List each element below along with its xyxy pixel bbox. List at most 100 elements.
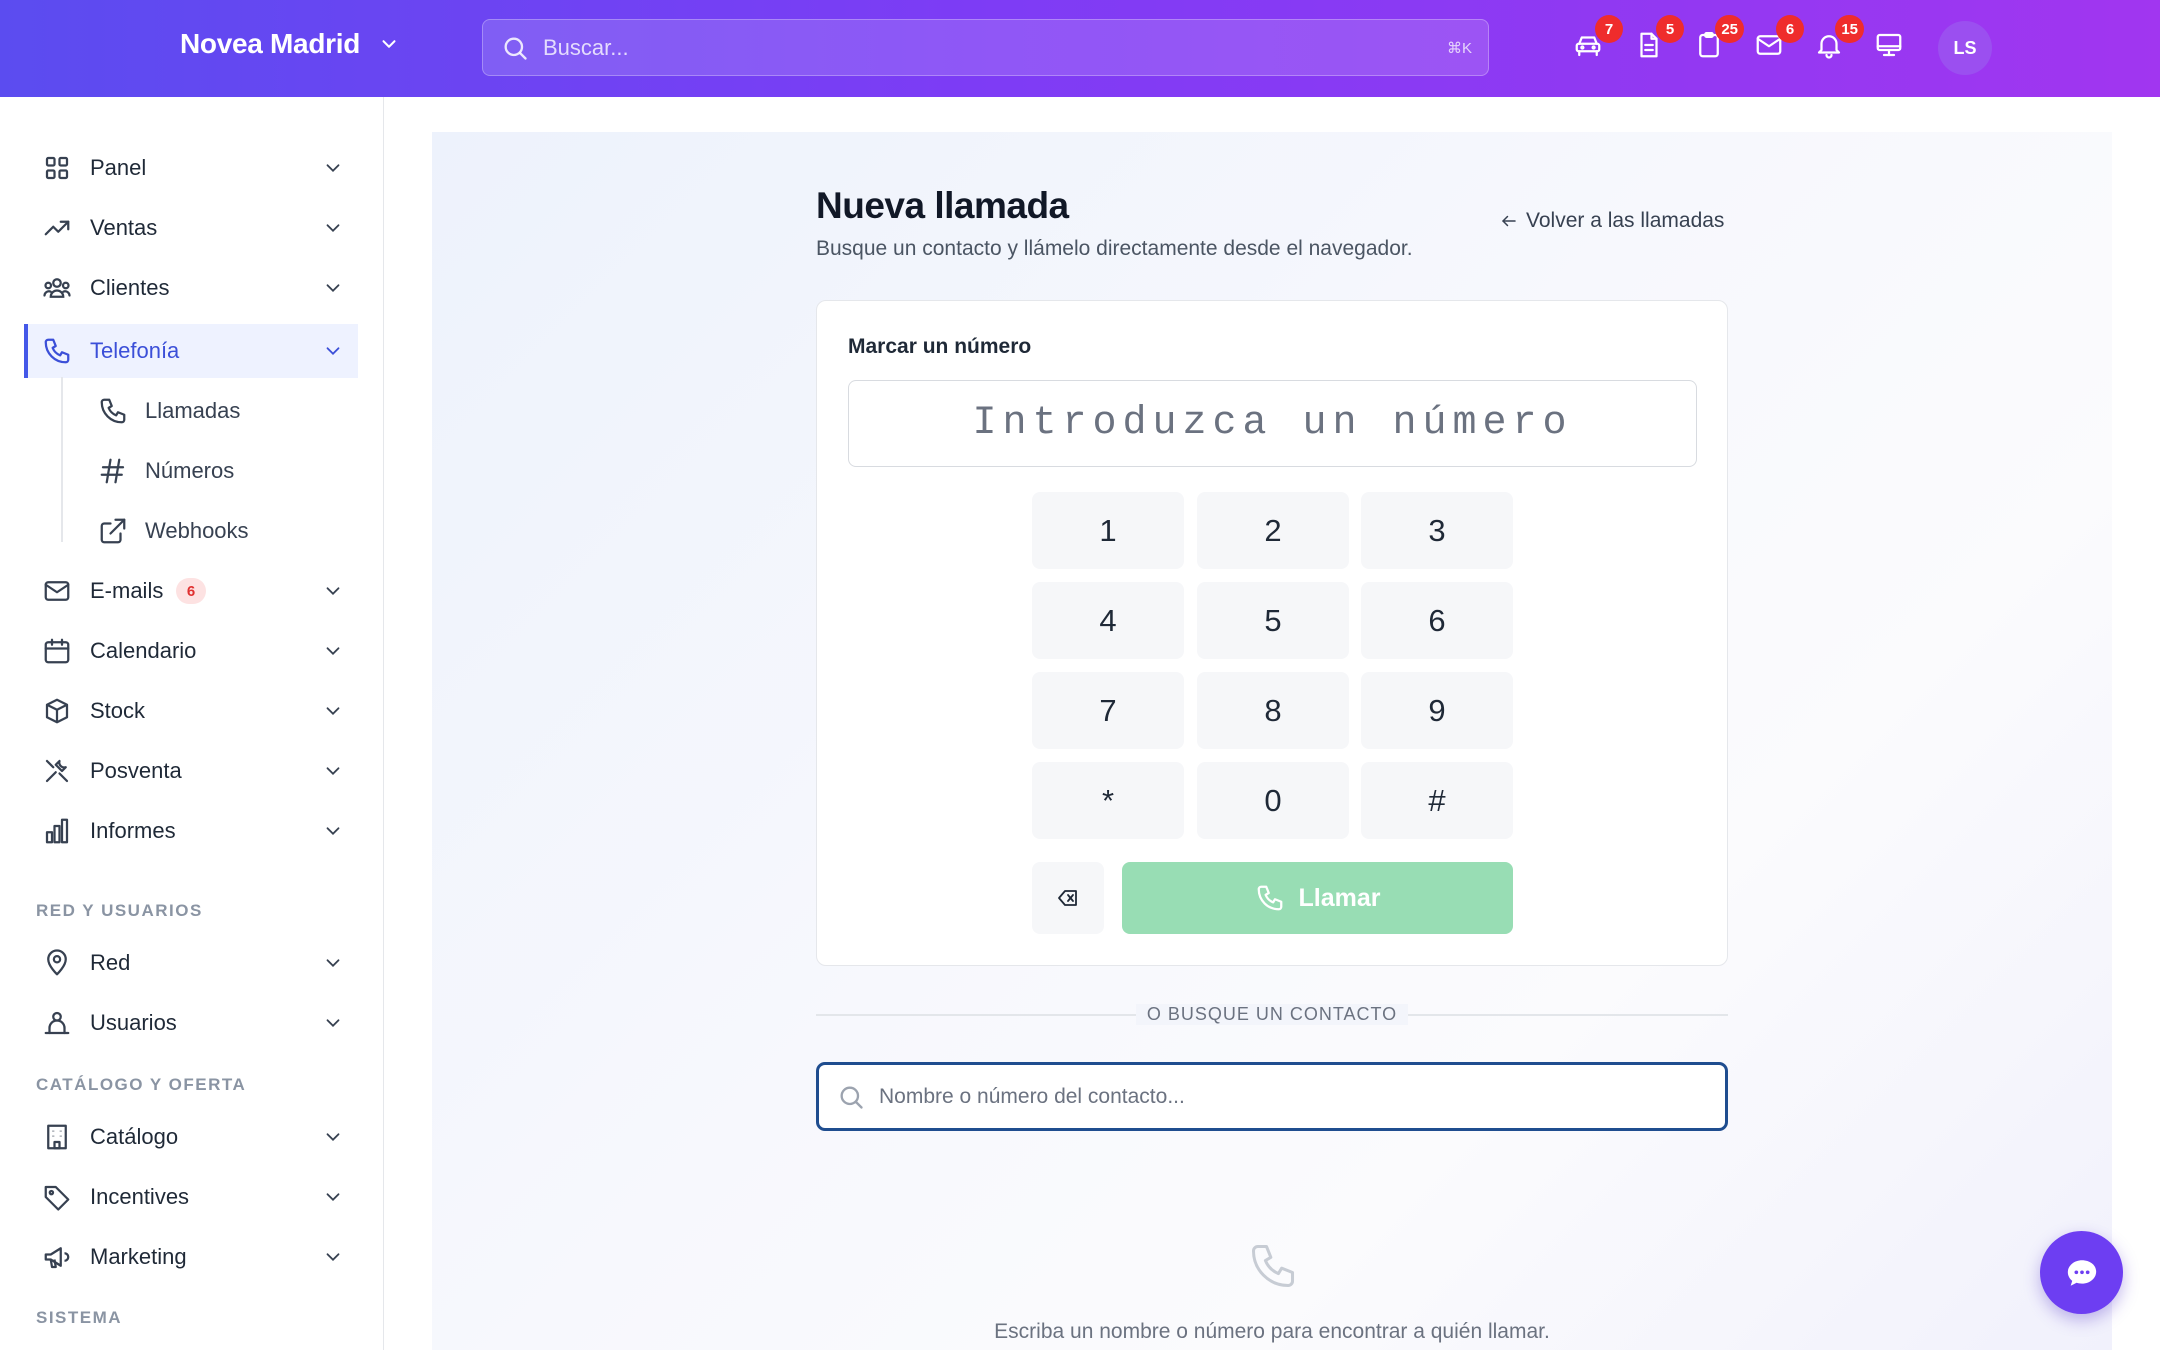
workspace-switcher[interactable]: Novea Madrid — [180, 28, 400, 60]
chevron-down-icon — [326, 767, 340, 776]
notification-badge: 15 — [1835, 15, 1864, 43]
chevron-down-icon — [326, 647, 340, 656]
tasks-button[interactable]: 25 — [1694, 15, 1744, 64]
sidebar-item-catalogo[interactable]: Catálogo — [24, 1110, 358, 1164]
dial-key-4[interactable]: 4 — [1032, 582, 1184, 659]
trending-up-icon — [42, 213, 72, 243]
chevron-down-icon — [326, 959, 340, 968]
brand-name: Novea Madrid — [180, 28, 360, 59]
tag-icon — [42, 1182, 72, 1212]
top-bar: Novea Madrid ⌘K 7 5 25 6 15 LS — [0, 0, 2160, 97]
unread-count-badge: 6 — [176, 578, 206, 604]
arrow-left-icon — [1502, 215, 1516, 227]
sidebar: Panel Ventas Clientes Telefonía Llamadas… — [0, 97, 384, 1350]
mail-button[interactable]: 6 — [1754, 15, 1804, 64]
grid-icon — [42, 153, 72, 183]
sidebar-subitem-llamadas[interactable]: Llamadas — [62, 384, 358, 438]
global-search[interactable]: ⌘K — [482, 19, 1489, 76]
sidebar-item-ventas[interactable]: Ventas — [24, 201, 358, 255]
sidebar-item-label: Posventa — [90, 758, 182, 783]
notifications-button[interactable]: 15 — [1814, 15, 1864, 64]
chevron-down-icon — [382, 40, 396, 48]
back-link-label: Volver a las llamadas — [1526, 209, 1725, 232]
sidebar-item-label: Clientes — [90, 275, 170, 300]
search-input[interactable] — [543, 20, 1447, 75]
megaphone-icon — [42, 1242, 72, 1272]
shortcut-hint: ⌘K — [1446, 39, 1472, 57]
sidebar-item-calendario[interactable]: Calendario — [24, 624, 358, 678]
dial-key-2[interactable]: 2 — [1197, 492, 1349, 569]
user-avatar[interactable]: LS — [1938, 21, 1992, 75]
sidebar-item-emails[interactable]: E-mails 6 — [24, 564, 358, 618]
phone-icon — [1257, 885, 1282, 911]
dial-key-8[interactable]: 8 — [1197, 672, 1349, 749]
call-button[interactable]: Llamar — [1122, 862, 1513, 934]
notification-badge: 7 — [1595, 15, 1623, 43]
sidebar-item-label: Ventas — [90, 215, 158, 240]
section-title: RED Y USUARIOS — [36, 901, 203, 920]
chat-button[interactable] — [2040, 1231, 2123, 1314]
contact-search[interactable] — [816, 1062, 1728, 1131]
sidebar-item-panel[interactable]: Panel — [24, 141, 358, 195]
dial-key-star[interactable]: * — [1032, 762, 1184, 839]
dial-key-7[interactable]: 7 — [1032, 672, 1184, 749]
backspace-icon — [1058, 890, 1077, 906]
notification-badge: 25 — [1715, 15, 1744, 43]
sidebar-item-telefonia[interactable]: Telefonía — [24, 324, 358, 378]
sidebar-item-label: Catálogo — [90, 1124, 179, 1149]
chart-icon — [42, 816, 72, 846]
car-button[interactable]: 7 — [1573, 15, 1623, 64]
phone-icon — [42, 336, 72, 366]
chevron-down-icon — [326, 827, 340, 836]
dial-key-6[interactable]: 6 — [1361, 582, 1513, 659]
sidebar-item-usuarios[interactable]: Usuarios — [24, 996, 358, 1050]
back-to-calls-link[interactable]: Volver a las llamadas — [1500, 209, 1724, 233]
sidebar-item-label: Telefonía — [90, 338, 180, 363]
section-title: SISTEMA — [36, 1308, 123, 1327]
display-button[interactable] — [1874, 30, 1908, 64]
dial-key-0[interactable]: 0 — [1197, 762, 1349, 839]
calendar-icon — [42, 636, 72, 666]
search-icon — [840, 1086, 863, 1109]
hash-icon — [98, 456, 128, 486]
sidebar-item-clientes[interactable]: Clientes — [24, 261, 358, 315]
dial-key-3[interactable]: 3 — [1361, 492, 1513, 569]
sidebar-subitem-label: Llamadas — [145, 398, 241, 423]
notification-badge: 6 — [1776, 15, 1804, 43]
chevron-down-icon — [326, 164, 340, 173]
sidebar-item-informes[interactable]: Informes — [24, 804, 358, 858]
sidebar-item-label: Panel — [90, 155, 147, 180]
sidebar-item-incentives[interactable]: Incentives — [24, 1170, 358, 1224]
dial-key-hash[interactable]: # — [1361, 762, 1513, 839]
call-button-label: Llamar — [1298, 883, 1381, 912]
chevron-down-icon — [326, 1133, 340, 1142]
chevron-down-icon — [326, 1193, 340, 1202]
sidebar-item-label: E-mails — [90, 578, 164, 603]
dial-key-5[interactable]: 5 — [1197, 582, 1349, 659]
sidebar-item-red[interactable]: Red — [24, 936, 358, 990]
backspace-button[interactable] — [1032, 862, 1104, 934]
dialer-label: Marcar un número — [848, 335, 1032, 358]
chat-bubble-icon — [2067, 1259, 2096, 1286]
dial-key-1[interactable]: 1 — [1032, 492, 1184, 569]
contact-search-input[interactable] — [879, 1065, 1725, 1128]
sidebar-item-posventa[interactable]: Posventa — [24, 744, 358, 798]
map-pin-icon — [42, 948, 72, 978]
phone-number-input[interactable] — [848, 380, 1697, 467]
sidebar-item-label: Marketing — [90, 1244, 187, 1269]
sidebar-item-marketing[interactable]: Marketing — [24, 1230, 358, 1284]
chevron-down-icon — [326, 587, 340, 596]
sidebar-item-stock[interactable]: Stock — [24, 684, 358, 738]
sidebar-item-label: Red — [90, 950, 131, 975]
sidebar-subitem-label: Números — [145, 458, 235, 483]
sidebar-subitem-numeros[interactable]: Números — [62, 444, 358, 498]
dial-key-9[interactable]: 9 — [1361, 672, 1513, 749]
chevron-down-icon — [326, 224, 340, 233]
documents-button[interactable]: 5 — [1634, 15, 1684, 64]
sidebar-item-label: Incentives — [90, 1184, 190, 1209]
sidebar-item-label: Stock — [90, 698, 146, 723]
tools-icon — [42, 756, 72, 786]
sidebar-subitem-webhooks[interactable]: Webhooks — [62, 504, 358, 558]
users-icon — [42, 273, 72, 303]
sidebar-subitem-label: Webhooks — [145, 518, 249, 543]
